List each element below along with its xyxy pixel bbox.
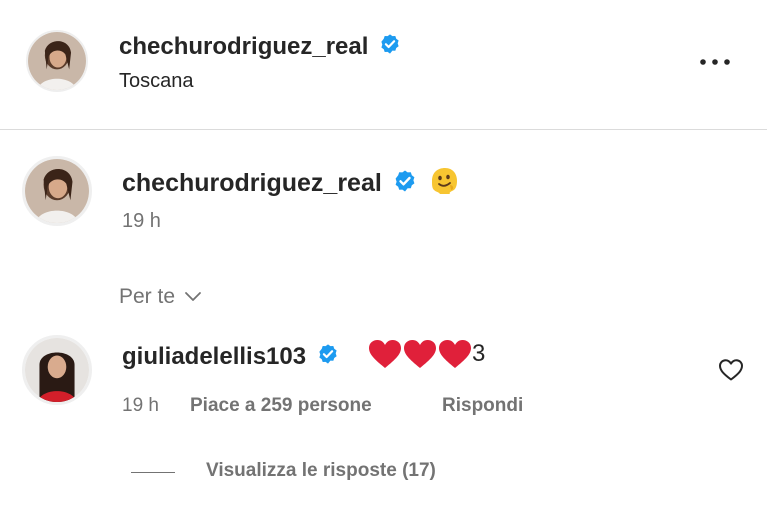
post-author-username[interactable]: chechurodriguez_real: [119, 33, 401, 62]
comment-sort-label: Per te: [119, 285, 176, 308]
red-heart-icon: [439, 340, 471, 368]
avatar-image: [25, 159, 89, 223]
comment-reply-button[interactable]: Rispondi: [442, 395, 523, 417]
avatar-image: [25, 338, 89, 402]
red-heart-icon: [369, 340, 401, 368]
avatar-caption-author[interactable]: [22, 156, 92, 226]
caption-time[interactable]: 19 h: [122, 210, 161, 233]
comment-sort-selector[interactable]: Per te: [119, 285, 203, 309]
caption-emoji: [428, 165, 460, 204]
comment-time[interactable]: 19 h: [122, 395, 159, 417]
chevron-down-icon: [184, 292, 201, 302]
verified-badge-icon: [317, 343, 339, 372]
verified-badge-icon: [379, 33, 401, 62]
more-options-button[interactable]: [697, 52, 733, 72]
avatar-image: [28, 32, 86, 90]
comment-likes-count[interactable]: Piace a 259 persone: [190, 395, 372, 417]
avatar-commenter[interactable]: [22, 335, 92, 405]
verified-badge-icon: [393, 169, 417, 200]
comment-text: 3: [368, 339, 485, 369]
caption-author-username-text: chechurodriguez_real: [122, 169, 382, 198]
comment-like-button[interactable]: [718, 358, 744, 382]
caption-author-username[interactable]: chechurodriguez_real: [122, 165, 460, 204]
commenter-username[interactable]: giuliadelellis103: [122, 343, 339, 372]
heart-outline-icon: [719, 359, 743, 381]
commenter-username-text: giuliadelellis103: [122, 343, 307, 370]
comment-text-suffix: 3: [472, 340, 486, 367]
view-replies-line: [131, 472, 175, 473]
post-location[interactable]: Toscana: [119, 70, 194, 93]
post-author-username-text: chechurodriguez_real: [119, 33, 369, 60]
red-heart-icon: [404, 340, 436, 368]
header-divider: [0, 129, 767, 130]
melting-face-icon: [431, 168, 457, 194]
comment-hearts: [368, 339, 472, 369]
view-replies-button[interactable]: Visualizza le risposte (17): [206, 460, 436, 482]
avatar-post-author[interactable]: [26, 30, 88, 92]
more-horizontal-icon: [700, 59, 730, 65]
